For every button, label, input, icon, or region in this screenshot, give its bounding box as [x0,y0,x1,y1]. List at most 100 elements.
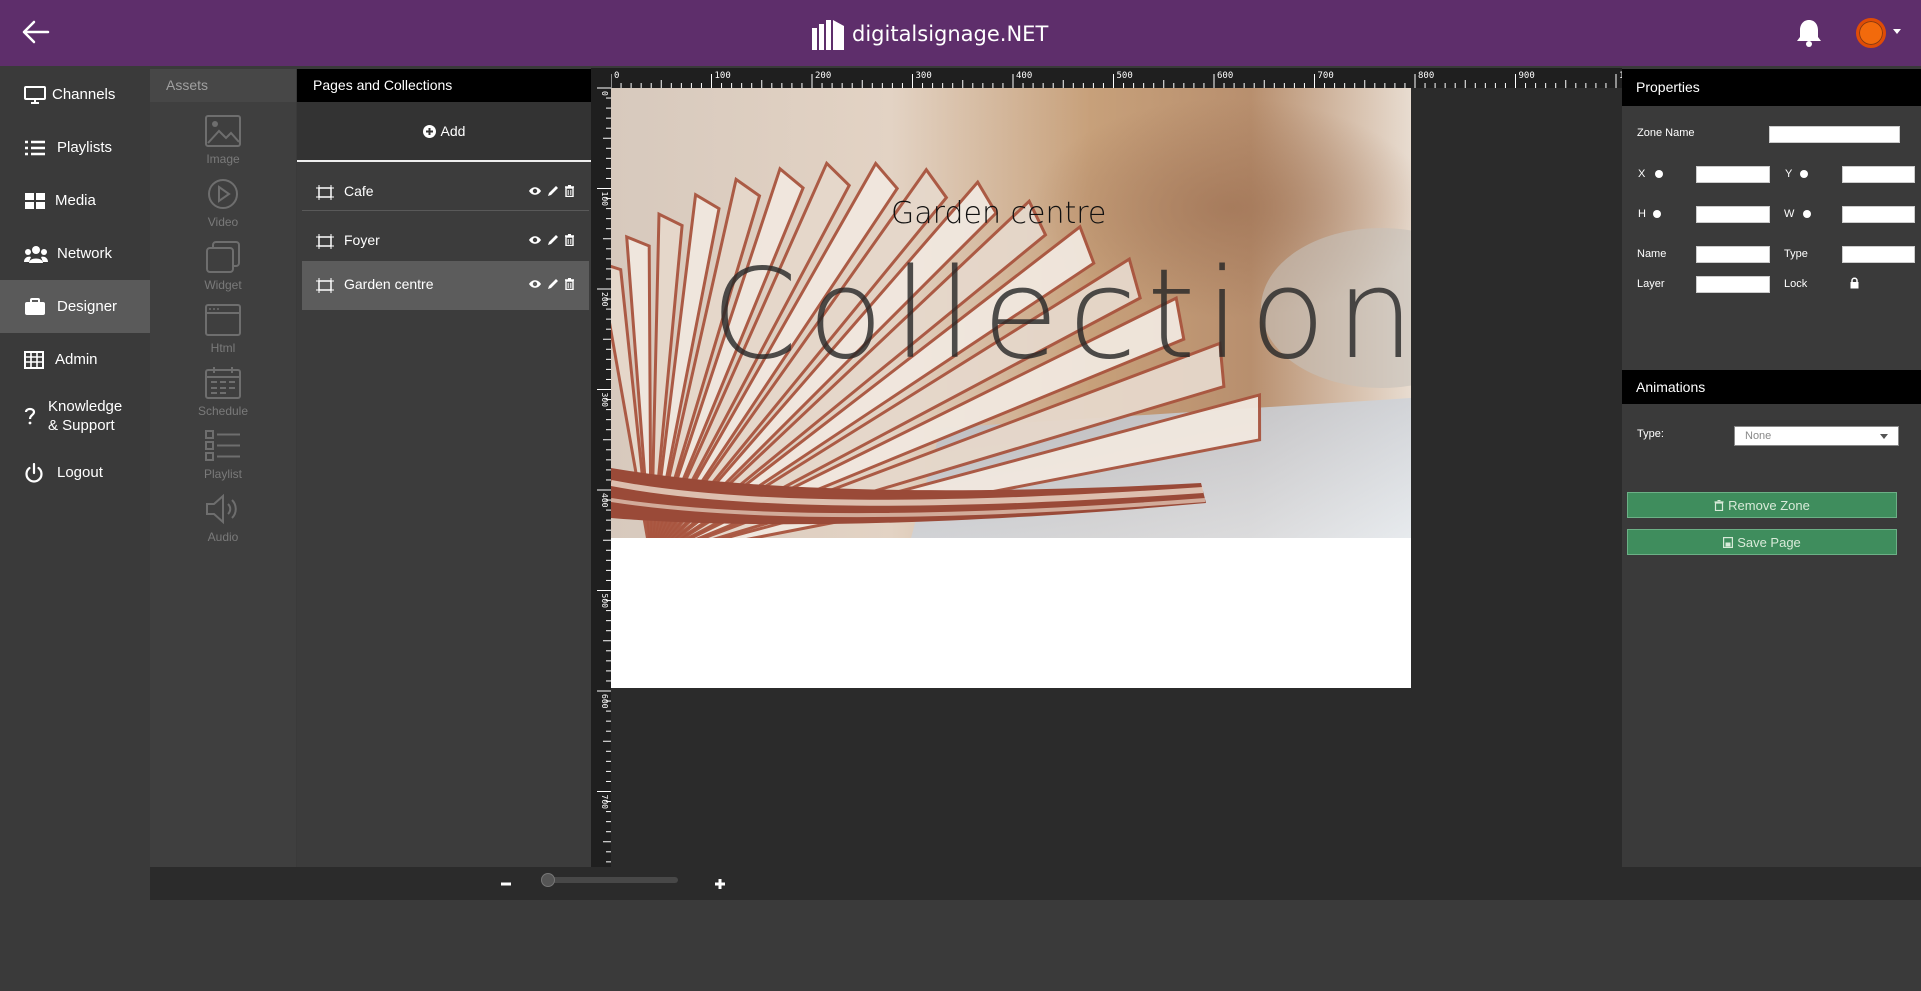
name-input[interactable] [1696,246,1770,263]
zoom-slider-thumb[interactable] [541,873,555,887]
eye-icon[interactable] [528,278,542,290]
trash-icon [1714,499,1724,511]
trash-icon[interactable] [564,185,575,197]
animation-type-select[interactable]: None [1734,426,1899,446]
y-input[interactable] [1842,166,1915,183]
page-stage[interactable]: Garden centre Collection [611,88,1411,688]
y-label: Y [1785,168,1793,180]
ruler-tick-label: 600 [600,694,609,709]
canvas-title-text[interactable]: Collection [711,243,1411,387]
sidebar-item-media[interactable]: Media [0,174,150,227]
back-arrow-icon[interactable] [18,16,54,48]
sidebar-item-label: Network [57,245,113,262]
w-label: W [1784,208,1795,220]
ruler-tick-label: 100 [600,192,609,207]
asset-label: Playlist [203,467,242,481]
pencil-icon[interactable] [547,234,559,246]
sidebar-item-knowledge-support[interactable]: Knowledge & Support [0,386,150,446]
speaker-icon [206,493,237,525]
page-item-garden-centre[interactable]: Garden centre [302,261,589,310]
page-layout-icon [316,185,334,200]
chevron-down-icon[interactable] [1893,29,1901,34]
pencil-icon[interactable] [547,278,559,290]
zone-name-label: Zone Name [1637,127,1695,139]
asset-image[interactable]: Image [150,115,296,177]
sidebar-item-label: Logout [57,464,103,481]
animation-type-label: Type: [1637,428,1664,440]
add-page-button[interactable]: Add [297,102,591,160]
zoom-in-button[interactable] [712,872,728,894]
app-logo[interactable]: digitalsignage.NET [810,16,1048,52]
asset-video[interactable]: Video [150,178,296,240]
sidebar-item-admin[interactable]: Admin [0,333,150,386]
browser-window-icon [205,304,241,336]
h-radio-icon[interactable] [1653,210,1661,218]
ruler-vertical: 0 100 200 300 400 500 600 700 [591,68,611,867]
page-item-cafe[interactable]: Cafe [302,168,589,216]
chevron-down-icon [1880,434,1888,439]
ruler-tick-label: 300 [600,393,609,408]
calendar-icon [205,367,241,399]
question-icon [24,407,36,425]
h-input[interactable] [1696,206,1770,223]
layer-input[interactable] [1696,276,1770,293]
sidebar-item-playlists[interactable]: Playlists [0,121,150,174]
sidebar-item-label-line1: Knowledge [48,398,123,415]
type-input[interactable] [1842,246,1915,263]
ruler-tick-label: 900 [1519,71,1535,81]
remove-zone-label: Remove Zone [1728,497,1810,513]
zoom-out-button[interactable] [498,872,514,894]
pencil-icon[interactable] [547,185,559,197]
asset-widget[interactable]: Widget [150,241,296,303]
sidebar-item-label: Media [55,192,96,209]
asset-label: Audio [207,530,239,544]
sidebar-item-label-line2: & Support [48,417,115,434]
asset-label: Video [207,215,239,229]
trash-icon[interactable] [564,234,575,246]
eye-icon[interactable] [528,185,542,197]
w-radio-icon[interactable] [1803,210,1811,218]
lock-label: Lock [1784,278,1808,290]
play-circle-icon [208,179,238,209]
bell-icon[interactable] [1795,16,1823,48]
pages-title: Pages and Collections [297,69,591,102]
save-page-label: Save Page [1737,534,1801,550]
w-input[interactable] [1842,206,1915,223]
assets-title: Assets [150,69,296,102]
asset-schedule[interactable]: Schedule [150,367,296,429]
x-input[interactable] [1696,166,1770,183]
sidebar-item-label: Admin [55,351,98,368]
sidebar-item-logout[interactable]: Logout [0,446,150,499]
x-label: X [1638,168,1646,180]
canvas-subtitle-text[interactable]: Garden centre [891,196,1411,231]
ruler-tick-label: 0 [600,91,609,96]
asset-audio[interactable]: Audio [150,493,296,555]
minus-icon [501,882,511,886]
zoom-slider-track[interactable] [546,877,678,883]
ruler-tick-label: 400 [1016,71,1032,81]
sidebar-item-designer[interactable]: Designer [0,280,150,333]
h-label: H [1638,208,1646,220]
ruler-tick-label: 600 [1217,71,1233,81]
trash-icon[interactable] [564,278,575,290]
page-item-foyer[interactable]: Foyer [302,217,589,265]
save-page-button[interactable]: Save Page [1627,529,1897,555]
page-layout-icon [316,278,334,293]
zoom-bar [150,867,1921,900]
power-icon [25,462,43,483]
zone-name-input[interactable] [1769,126,1900,143]
logo-buildings-icon [812,20,844,50]
sidebar-item-network[interactable]: Network [0,227,150,280]
asset-playlist[interactable]: Playlist [150,430,296,492]
avatar[interactable] [1856,18,1886,48]
remove-zone-button[interactable]: Remove Zone [1627,492,1897,518]
y-radio-icon[interactable] [1800,170,1808,178]
eye-icon[interactable] [528,234,542,246]
ruler-tick-label: 700 [1318,71,1334,81]
x-radio-icon[interactable] [1655,170,1663,178]
sidebar-item-channels[interactable]: Channels [0,68,150,121]
lock-icon[interactable] [1850,277,1859,289]
asset-html[interactable]: Html [150,304,296,366]
add-page-label: Add [440,123,466,139]
properties-title: Properties [1622,69,1921,106]
